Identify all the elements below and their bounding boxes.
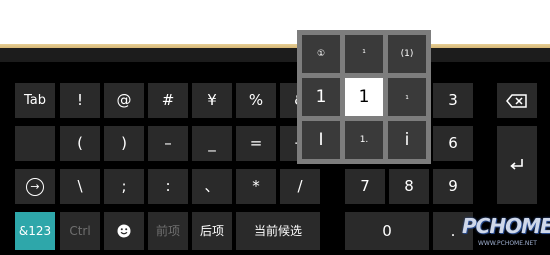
enter-icon: [510, 159, 523, 170]
symbol-toggle-key[interactable]: &123: [15, 212, 55, 250]
popup-option[interactable]: 1.: [345, 121, 383, 159]
digit-3-key[interactable]: 3: [433, 83, 473, 118]
slash-key[interactable]: /: [280, 169, 320, 204]
popup-option[interactable]: I: [302, 121, 340, 159]
equals-key[interactable]: =: [236, 126, 276, 161]
digit-7-key[interactable]: 7: [345, 169, 385, 204]
dash-key[interactable]: –: [148, 126, 188, 161]
yen-key[interactable]: ¥: [192, 83, 232, 118]
alternate-characters-popup: ① ¹ (1) 1 1 ₁ I 1. i: [297, 30, 431, 164]
close-paren-key[interactable]: ): [104, 126, 144, 161]
enumeration-comma-key[interactable]: 、: [192, 169, 232, 204]
backslash-key[interactable]: \: [60, 169, 100, 204]
emoji-key[interactable]: [104, 212, 144, 250]
digit-9-key[interactable]: 9: [433, 169, 473, 204]
underscore-key[interactable]: _: [192, 126, 232, 161]
popup-option[interactable]: ¹: [345, 35, 383, 73]
backspace-icon: [506, 93, 527, 108]
semicolon-key[interactable]: ;: [104, 169, 144, 204]
watermark-brand: PCHOME: [462, 214, 550, 238]
digit-6-key[interactable]: 6: [433, 126, 473, 161]
popup-option[interactable]: ₁: [388, 78, 426, 116]
popup-option-selected[interactable]: 1: [345, 78, 383, 116]
pchome-watermark: PCHOME WWW.PCHOME.NET: [452, 210, 550, 250]
backspace-key[interactable]: [497, 83, 537, 118]
at-key[interactable]: @: [104, 83, 144, 118]
popup-option[interactable]: 1: [302, 78, 340, 116]
keyboard-top-edge: [0, 48, 550, 62]
digit-0-key[interactable]: 0: [345, 212, 429, 250]
smiley-icon: [117, 224, 131, 238]
watermark-url: WWW.PCHOME.NET: [478, 240, 537, 247]
popup-option[interactable]: i: [388, 121, 426, 159]
asterisk-key[interactable]: *: [236, 169, 276, 204]
popup-option[interactable]: (1): [388, 35, 426, 73]
ctrl-key[interactable]: Ctrl: [60, 212, 100, 250]
percent-key[interactable]: %: [236, 83, 276, 118]
app-top-area: [0, 0, 550, 44]
enter-key[interactable]: [497, 126, 537, 204]
previous-candidate-key[interactable]: 前项: [148, 212, 188, 250]
open-paren-key[interactable]: (: [60, 126, 100, 161]
back-arrow-key[interactable]: ←: [15, 126, 55, 192]
tab-key[interactable]: Tab: [15, 83, 55, 118]
current-candidate-key[interactable]: 当前候选: [236, 212, 320, 250]
hash-key[interactable]: #: [148, 83, 188, 118]
forward-arrow-key[interactable]: →: [15, 169, 55, 204]
next-candidate-key[interactable]: 后项: [192, 212, 232, 250]
right-arrow-icon: →: [26, 177, 44, 196]
popup-option[interactable]: ①: [302, 35, 340, 73]
colon-key[interactable]: :: [148, 169, 188, 204]
exclamation-key[interactable]: !: [60, 83, 100, 118]
digit-8-key[interactable]: 8: [389, 169, 429, 204]
